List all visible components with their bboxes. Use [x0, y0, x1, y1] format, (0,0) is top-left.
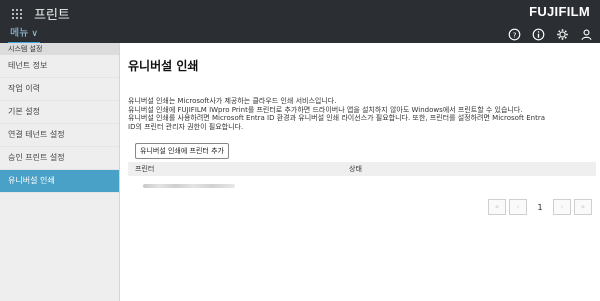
- gear-icon[interactable]: [554, 26, 570, 42]
- menu-label: 메뉴: [10, 28, 29, 39]
- first-page-button[interactable]: «: [488, 199, 506, 215]
- sidebar-item-approval-print[interactable]: 승인 프린트 설정: [0, 147, 119, 170]
- header-icons: ?: [506, 26, 594, 42]
- brand-logo: FUJIFILM: [529, 4, 590, 19]
- info-icon[interactable]: [530, 26, 546, 42]
- sidebar: 시스템 설정 테넌트 정보 작업 이력 기본 설정 연결 테넌트 설정 승인 프…: [0, 43, 120, 301]
- column-status: 상태: [349, 165, 362, 173]
- sidebar-item-tenant-info[interactable]: 테넌트 정보: [0, 55, 119, 78]
- sidebar-item-default-settings[interactable]: 기본 설정: [0, 101, 119, 124]
- description-line: ID의 프린터 관리자 권한이 필요합니다.: [128, 122, 244, 131]
- sidebar-section-title: 시스템 설정: [0, 43, 119, 55]
- last-page-button[interactable]: »: [574, 199, 592, 215]
- sidebar-item-job-history[interactable]: 작업 이력: [0, 78, 119, 101]
- table-row[interactable]: [128, 179, 596, 193]
- page-title: 유니버설 인쇄: [128, 59, 199, 73]
- app-grid-icon[interactable]: [12, 9, 22, 19]
- brand-text: FUJIFILM: [529, 4, 590, 19]
- next-page-button[interactable]: ›: [553, 199, 571, 215]
- chevron-down-icon: ∨: [31, 29, 38, 39]
- sidebar-item-label: 승인 프린트 설정: [8, 153, 65, 162]
- sidebar-item-label: 기본 설정: [8, 107, 40, 116]
- description: 유니버설 인쇄는 Microsoft사가 제공하는 클라우드 인쇄 서비스입니다…: [128, 97, 596, 131]
- add-printer-button[interactable]: 유니버설 인쇄에 프린터 추가: [135, 143, 229, 159]
- table-header: 프린터 상태: [128, 162, 596, 176]
- sidebar-item-label: 테넌트 정보: [8, 61, 48, 70]
- user-icon[interactable]: [578, 26, 594, 42]
- description-line: 유니버설 인쇄에 FUJIFILM IWpro Print를 프린터로 추가하면…: [128, 105, 523, 114]
- top-bar: 프린트 FUJIFILM 메뉴 ∨ ?: [0, 0, 600, 44]
- description-line: 유니버설 인쇄는 Microsoft사가 제공하는 클라우드 인쇄 서비스입니다…: [128, 97, 337, 105]
- current-page: 1: [537, 202, 543, 212]
- pagination: « ‹ 1 › »: [488, 199, 592, 215]
- description-line: 유니버설 인쇄를 사용하려면 Microsoft Entra ID 환경과 유니…: [128, 114, 546, 122]
- sidebar-item-universal-print[interactable]: 유니버설 인쇄: [0, 170, 119, 193]
- sidebar-item-label: 연결 테넌트 설정: [8, 130, 65, 139]
- column-printer: 프린터: [135, 165, 155, 173]
- sidebar-item-linked-tenant[interactable]: 연결 테넌트 설정: [0, 124, 119, 147]
- sidebar-item-label: 유니버설 인쇄: [8, 176, 55, 185]
- sidebar-item-label: 작업 이력: [8, 84, 40, 93]
- help-icon[interactable]: ?: [506, 26, 522, 42]
- app-title: 프린트: [34, 8, 70, 23]
- svg-text:?: ?: [512, 30, 516, 39]
- main-content: 유니버설 인쇄 유니버설 인쇄는 Microsoft사가 제공하는 클라우드 인…: [120, 43, 600, 301]
- prev-page-button[interactable]: ‹: [509, 199, 527, 215]
- redacted-printer-name: [143, 184, 235, 188]
- menu-button[interactable]: 메뉴 ∨: [8, 24, 40, 44]
